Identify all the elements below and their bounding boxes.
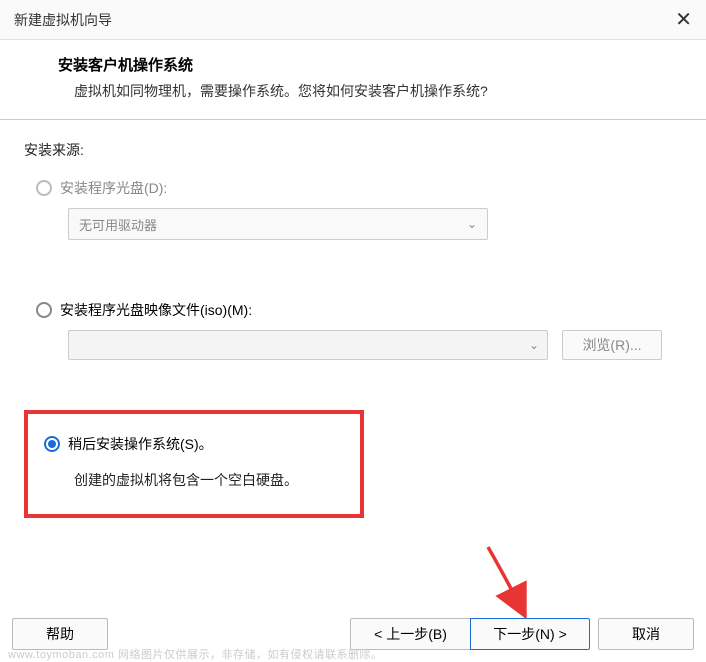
chevron-down-icon: ⌄ [467,217,477,231]
radio-icon [44,436,60,452]
highlight-box: 稍后安装操作系统(S)。 创建的虚拟机将包含一个空白硬盘。 [24,410,364,518]
drive-select-value: 无可用驱动器 [79,215,157,234]
iso-path-input[interactable]: ⌄ [68,330,548,360]
title-bar: 新建虚拟机向导 ✕ [0,0,706,40]
radio-later-label: 稍后安装操作系统(S)。 [68,434,213,454]
browse-button[interactable]: 浏览(R)... [562,330,662,360]
window-title: 新建虚拟机向导 [14,10,112,30]
watermark-text: www.toymoban.com 网络图片仅供展示，非存储，如有侵权请联系删除。 [8,646,382,662]
source-label: 安装来源: [24,140,682,160]
radio-iso[interactable]: 安装程序光盘映像文件(iso)(M): [36,300,682,320]
radio-iso-label: 安装程序光盘映像文件(iso)(M): [60,300,252,320]
wizard-content: 安装来源: 安装程序光盘(D): 无可用驱动器 ⌄ 安装程序光盘映像文件(iso… [0,120,706,518]
radio-icon [36,302,52,318]
header-subheading: 虚拟机如同物理机，需要操作系统。您将如何安装客户机操作系统? [74,81,678,101]
cancel-button[interactable]: 取消 [598,618,694,650]
wizard-header: 安装客户机操作系统 虚拟机如同物理机，需要操作系统。您将如何安装客户机操作系统? [0,40,706,120]
drive-select[interactable]: 无可用驱动器 ⌄ [68,208,488,240]
next-button[interactable]: 下一步(N) > [470,618,590,650]
later-description: 创建的虚拟机将包含一个空白硬盘。 [74,470,344,490]
header-heading: 安装客户机操作系统 [58,54,678,75]
chevron-down-icon: ⌄ [529,338,539,352]
radio-later[interactable]: 稍后安装操作系统(S)。 [44,434,344,454]
close-icon[interactable]: ✕ [675,10,692,30]
radio-disc-label: 安装程序光盘(D): [60,178,167,198]
radio-icon [36,180,52,196]
option-iso-block: 安装程序光盘映像文件(iso)(M): ⌄ 浏览(R)... [36,300,682,360]
option-disc-block: 安装程序光盘(D): 无可用驱动器 ⌄ [36,178,682,240]
radio-disc[interactable]: 安装程序光盘(D): [36,178,682,198]
annotation-arrow-icon [478,542,538,622]
